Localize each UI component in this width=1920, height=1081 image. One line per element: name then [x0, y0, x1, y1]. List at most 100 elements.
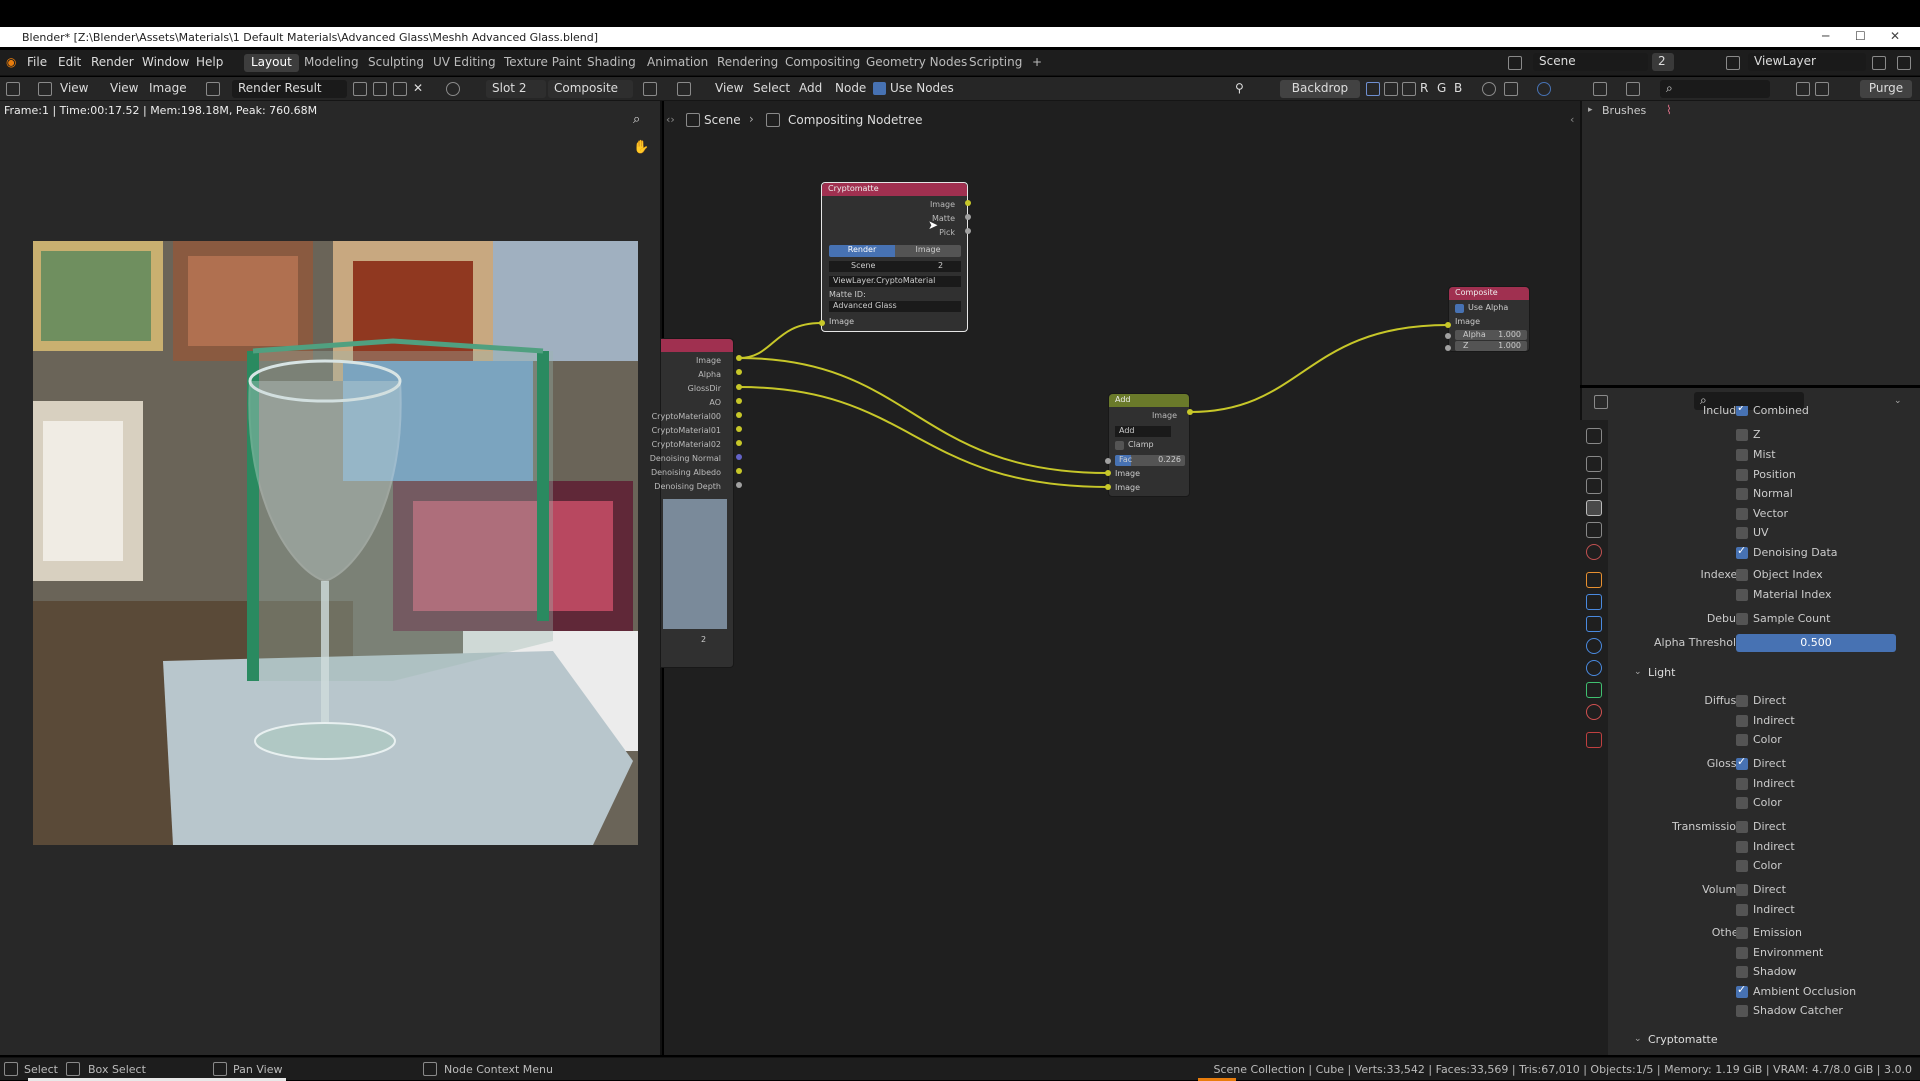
backdrop-button[interactable]: Backdrop — [1280, 80, 1360, 98]
crypto-socket-pick[interactable] — [965, 228, 971, 234]
snap-icon[interactable] — [1482, 82, 1496, 96]
menu-help[interactable]: Help — [196, 55, 223, 69]
vector-checkbox[interactable] — [1736, 508, 1748, 520]
modifier-tab-icon[interactable] — [1586, 594, 1602, 610]
ambient-occlusion-checkbox[interactable] — [1736, 983, 1748, 998]
diffuse-color-row[interactable]: Color — [1608, 731, 1913, 749]
include-vector-row[interactable]: Vector — [1608, 505, 1913, 523]
tab-scripting[interactable]: Scripting — [962, 54, 1029, 72]
composite-node[interactable]: Composite Use Alpha Image Alpha 1.000 Z … — [1448, 286, 1530, 352]
channel-r-button[interactable]: R — [1420, 81, 1428, 95]
menu-edit[interactable]: Edit — [58, 55, 81, 69]
tab-layout[interactable]: Layout — [244, 54, 299, 72]
node-menu-node[interactable]: Node — [835, 81, 866, 95]
scene-users-count[interactable]: 2 — [1652, 53, 1674, 71]
glossy-direct-checkbox[interactable] — [1736, 755, 1748, 770]
fac-slider[interactable]: Fac 0.226 — [1115, 455, 1185, 466]
tab-texture-paint[interactable]: Texture Paint — [497, 54, 588, 72]
tab-shading[interactable]: Shading — [580, 54, 643, 72]
pin-icon[interactable]: ⚲ — [1235, 81, 1244, 95]
environment-checkbox[interactable] — [1736, 947, 1748, 959]
rl-socket-crypto01[interactable] — [736, 426, 742, 432]
rl-socket-denoise-normal[interactable] — [736, 454, 742, 460]
crypto-socket-image[interactable] — [965, 200, 971, 206]
debug-row[interactable]: Debug Sample Count — [1608, 610, 1913, 628]
crypto-socket-matte[interactable] — [965, 214, 971, 220]
add-socket-output[interactable] — [1187, 409, 1193, 415]
image-browse-icon[interactable] — [206, 82, 220, 96]
slot-dropdown[interactable]: Slot 2 — [486, 80, 546, 98]
include-position-row[interactable]: Position — [1608, 466, 1913, 484]
z-checkbox[interactable] — [1736, 429, 1748, 441]
use-alpha-checkbox[interactable] — [1455, 304, 1464, 313]
crypto-tab-image[interactable]: Image — [895, 245, 961, 257]
channel-b-button[interactable]: B — [1454, 81, 1462, 95]
editor-type-icon[interactable] — [6, 82, 20, 96]
compositor-node-editor[interactable]: ‹› Scene › Compositing Nodetree ‹ Image … — [650, 101, 1580, 1055]
outliner-item-brushes[interactable]: Brushes — [1602, 104, 1646, 117]
image-name-field[interactable]: Render Result — [232, 80, 347, 98]
output-tab-icon[interactable] — [1586, 478, 1602, 494]
glossy-indirect-row[interactable]: Indirect — [1608, 775, 1913, 793]
transmission-direct-row[interactable]: Transmission Direct — [1608, 818, 1913, 836]
composite-socket-z[interactable] — [1445, 345, 1451, 351]
tab-rendering[interactable]: Rendering — [710, 54, 785, 72]
composite-alpha-field[interactable]: Alpha 1.000 — [1455, 330, 1527, 340]
outliner-search-input[interactable]: ⌕ — [1660, 80, 1770, 98]
transmission-direct-checkbox[interactable] — [1736, 821, 1748, 833]
glossy-indirect-checkbox[interactable] — [1736, 778, 1748, 790]
composite-socket-alpha[interactable] — [1445, 333, 1451, 339]
emission-checkbox[interactable] — [1736, 927, 1748, 939]
snapping-icon[interactable] — [1504, 82, 1518, 96]
volume-indirect-row[interactable]: Indirect — [1608, 901, 1913, 919]
brush-icon[interactable]: ⌇ — [1666, 103, 1672, 117]
include-normal-row[interactable]: Normal — [1608, 485, 1913, 503]
new-viewlayer-icon[interactable] — [1872, 56, 1886, 70]
light-collapse-icon[interactable]: ⌄ — [1634, 667, 1642, 677]
glossy-direct-row[interactable]: GlossyDirect — [1608, 755, 1913, 773]
close-icon[interactable]: ✕ — [1890, 29, 1900, 43]
rl-socket-image[interactable] — [736, 355, 742, 361]
tab-modeling[interactable]: Modeling — [297, 54, 366, 72]
shadow-catcher-row[interactable]: Shadow Catcher — [1608, 1002, 1913, 1020]
viewlayer-icon[interactable] — [1726, 56, 1740, 70]
light-section-header[interactable]: Light — [1648, 666, 1675, 679]
object-tab-icon[interactable] — [1586, 572, 1602, 588]
rl-socket-crypto02[interactable] — [736, 440, 742, 446]
transmission-indirect-checkbox[interactable] — [1736, 841, 1748, 853]
cryptomatte-node[interactable]: Cryptomatte Image Matte Pick Render Imag… — [821, 182, 968, 332]
alpha-threshold-slider[interactable]: 0.500 — [1736, 634, 1896, 652]
expand-arrow-icon[interactable]: ▸ — [1588, 105, 1593, 115]
node-menu-view[interactable]: View — [715, 81, 743, 95]
environment-row[interactable]: Environment — [1608, 944, 1913, 962]
purge-button[interactable]: Purge — [1860, 80, 1912, 98]
overlay-icon[interactable] — [1537, 82, 1551, 96]
add-workspace-button[interactable]: + — [1025, 54, 1049, 72]
image-menu-view[interactable]: View — [110, 81, 138, 95]
include-mist-row[interactable]: Mist — [1608, 446, 1913, 464]
include-uv-row[interactable]: UV — [1608, 524, 1913, 542]
ambient-occlusion-row[interactable]: Ambient Occlusion — [1608, 983, 1913, 1001]
add-socket-image-2[interactable] — [1105, 484, 1111, 490]
constraints-tab-icon[interactable] — [1586, 660, 1602, 676]
display-channels-icon[interactable] — [446, 82, 460, 96]
node-menu-select[interactable]: Select — [753, 81, 790, 95]
uv-checkbox[interactable] — [1736, 527, 1748, 539]
diffuse-indirect-checkbox[interactable] — [1736, 715, 1748, 727]
tab-animation[interactable]: Animation — [640, 54, 715, 72]
image-display-icon[interactable] — [643, 82, 657, 96]
render-pass-dropdown[interactable]: Composite — [548, 80, 633, 98]
composite-header[interactable]: Composite — [1449, 287, 1529, 300]
mist-checkbox[interactable] — [1736, 449, 1748, 461]
indexes-row[interactable]: Indexes Object Index — [1608, 566, 1913, 584]
particles-tab-icon[interactable] — [1586, 616, 1602, 632]
rl-socket-ao[interactable] — [736, 398, 742, 404]
pan-hand-icon[interactable]: ✋ — [633, 140, 649, 155]
node-editor-type-icon[interactable] — [677, 82, 691, 96]
rl-socket-denoise-depth[interactable] — [736, 482, 742, 488]
crypto-tab-render[interactable]: Render — [829, 245, 895, 257]
alpha-threshold-row[interactable]: Alpha Threshold 0.500 — [1608, 634, 1913, 652]
add-socket-image-1[interactable] — [1105, 470, 1111, 476]
diffuse-direct-row[interactable]: Diffuse Direct — [1608, 692, 1913, 710]
include-z-row[interactable]: Z — [1608, 426, 1913, 444]
